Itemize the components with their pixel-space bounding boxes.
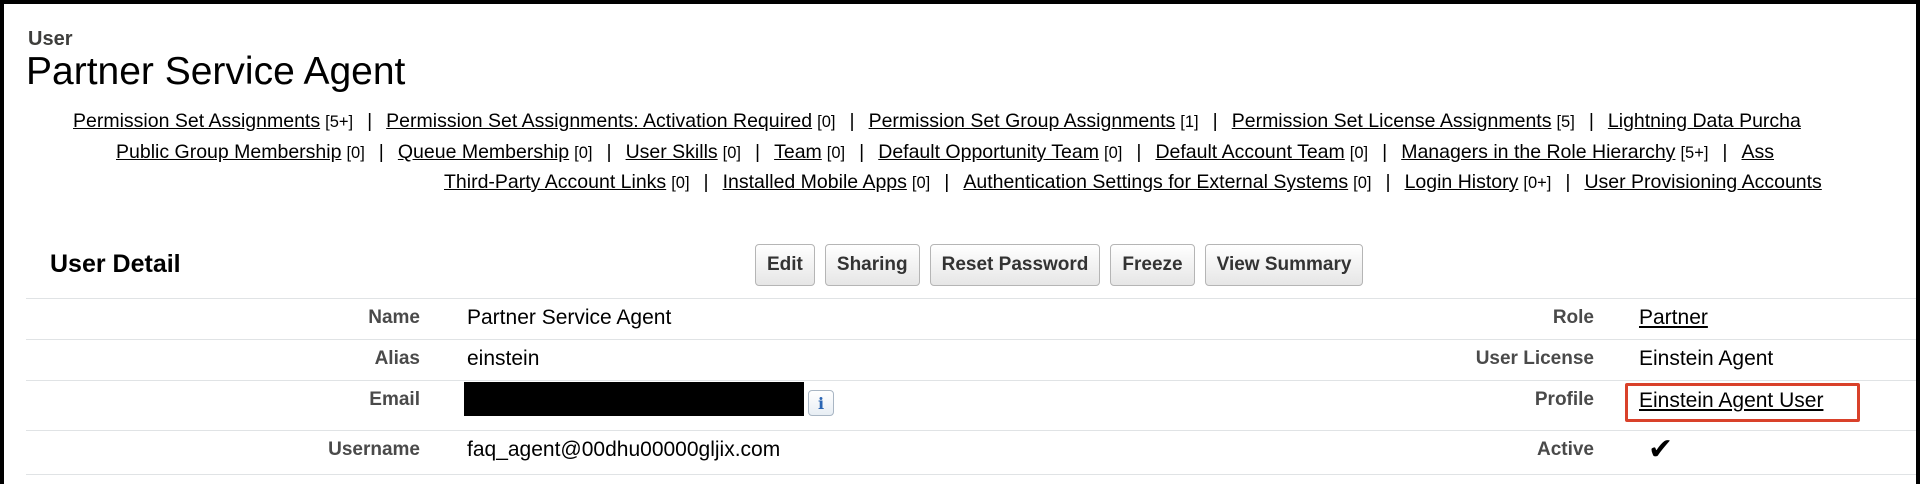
related-list-separator: | (944, 171, 950, 193)
related-list-separator: | (859, 141, 865, 163)
related-list-link[interactable]: Ass (1742, 141, 1775, 163)
related-list-link[interactable]: Third-Party Account Links (444, 171, 666, 193)
related-list-link[interactable]: Permission Set License Assignments (1232, 110, 1552, 132)
related-list-link[interactable]: Login History (1405, 171, 1519, 193)
related-list-separator: | (1382, 141, 1388, 163)
related-list-count: [0] (671, 174, 690, 192)
email-redacted-value (464, 382, 804, 416)
page-frame: User Partner Service Agent Permission Se… (0, 0, 1920, 484)
related-list-count: [5+] (1680, 144, 1709, 162)
role-label: Role (1552, 307, 1594, 328)
related-list-count: [5+] (325, 113, 354, 131)
username-value: faq_agent@00dhu00000gljix.com (467, 438, 781, 461)
row-divider (26, 430, 1916, 431)
related-list-count: [0] (911, 174, 931, 192)
related-list-count: [1] (1180, 113, 1199, 131)
profile-label: Profile (1534, 389, 1594, 410)
related-list-link[interactable]: Team (774, 141, 822, 163)
related-list-link[interactable]: Lightning Data Purcha (1608, 110, 1801, 132)
related-list-count: [0] (1353, 174, 1372, 192)
alias-label: Alias (374, 348, 420, 369)
user-license-label: User License (1475, 348, 1594, 369)
related-list-link[interactable]: Queue Membership (398, 141, 569, 163)
section-title-user-detail: User Detail (50, 250, 181, 278)
sharing-button[interactable]: Sharing (824, 244, 920, 286)
related-list-count: [0] (346, 144, 365, 162)
profile-highlight-box (1625, 383, 1860, 422)
row-divider (26, 339, 1916, 340)
freeze-button[interactable]: Freeze (1110, 244, 1195, 286)
detail-button-bar: Edit Sharing Reset Password Freeze View … (755, 244, 1364, 286)
related-list-link[interactable]: User Skills (626, 141, 718, 163)
related-list-count: [0] (1104, 144, 1123, 162)
role-link[interactable]: Partner (1639, 306, 1708, 330)
active-checkmark-icon: ✔ (1648, 432, 1674, 467)
related-list-count: [5] (1556, 113, 1575, 131)
user-license-value: Einstein Agent (1639, 347, 1774, 370)
related-list-link[interactable]: Authentication Settings for External Sys… (963, 171, 1348, 193)
related-list-count: [0] (722, 144, 742, 162)
email-label: Email (369, 389, 420, 410)
related-list-separator: | (1212, 110, 1218, 132)
related-lists-row-2: Public Group Membership [0] | Queue Members… (116, 141, 1774, 164)
related-list-separator: | (755, 141, 761, 163)
related-list-separator: | (367, 110, 373, 132)
name-value: Partner Service Agent (467, 306, 672, 329)
related-list-link[interactable]: Default Opportunity Team (878, 141, 1099, 163)
view-summary-button[interactable]: View Summary (1204, 244, 1364, 286)
reset-password-button[interactable]: Reset Password (929, 244, 1101, 286)
name-label: Name (368, 307, 420, 328)
related-list-count: [0+] (1523, 174, 1552, 192)
related-list-separator: | (1136, 141, 1142, 163)
page-title: Partner Service Agent (26, 50, 406, 93)
related-list-separator: | (1722, 141, 1728, 163)
related-list-link[interactable]: Permission Set Group Assignments (869, 110, 1176, 132)
edit-button[interactable]: Edit (755, 244, 815, 286)
related-list-link[interactable]: Permission Set Assignments (73, 110, 320, 132)
related-lists-row-3: Third-Party Account Links [0] | Installed M… (444, 171, 1822, 194)
info-icon[interactable]: i (808, 390, 834, 416)
related-list-link[interactable]: Managers in the Role Hierarchy (1401, 141, 1675, 163)
related-list-link[interactable]: Installed Mobile Apps (723, 171, 907, 193)
username-label: Username (328, 439, 420, 460)
related-list-separator: | (606, 141, 612, 163)
related-list-separator: | (703, 171, 709, 193)
related-list-separator: | (1565, 171, 1571, 193)
alias-value: einstein (467, 347, 540, 370)
related-list-separator: | (1588, 110, 1594, 132)
object-type-label: User (28, 28, 73, 50)
row-divider (26, 474, 1916, 475)
related-list-link[interactable]: Default Account Team (1155, 141, 1344, 163)
related-list-separator: | (1385, 171, 1391, 193)
related-list-separator: | (378, 141, 384, 163)
row-divider (26, 298, 1916, 299)
related-list-link[interactable]: Permission Set Assignments: Activation R… (386, 110, 812, 132)
active-label: Active (1536, 439, 1594, 460)
related-list-count: [0] (826, 144, 846, 162)
related-list-link[interactable]: User Provisioning Accounts (1584, 171, 1821, 193)
related-list-count: [0] (817, 113, 836, 131)
related-list-count: [0] (1349, 144, 1369, 162)
related-list-count: [0] (574, 144, 593, 162)
related-lists-row-1: Permission Set Assignments [5+] | Permissio… (73, 110, 1801, 133)
row-divider (26, 380, 1916, 381)
related-list-separator: | (849, 110, 855, 132)
related-list-link[interactable]: Public Group Membership (116, 141, 341, 163)
